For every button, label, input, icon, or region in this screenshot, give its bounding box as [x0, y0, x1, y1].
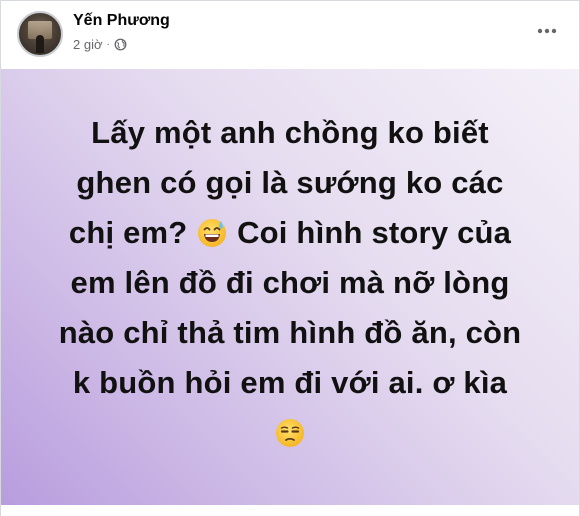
post-background: Lấy một anh chồng ko biết ghen có gọi là…: [1, 69, 579, 505]
post-text-line-5: nào chỉ thả tim hình đồ ăn, còn: [58, 315, 522, 350]
meta-separator: ·: [106, 39, 110, 50]
post-header: Yến Phương 2 giờ ·: [1, 1, 579, 69]
author-name[interactable]: Yến Phương: [73, 12, 170, 30]
post-card: Yến Phương 2 giờ · Lấy một anh chồng ko …: [0, 0, 580, 516]
more-options-icon[interactable]: [533, 17, 561, 45]
unamused-emoji: [276, 419, 304, 447]
post-text-line-6: k buồn hỏi em đi với ai. ơ kìa: [72, 365, 508, 400]
grinning-sweat-emoji: [198, 219, 227, 247]
post-text-line-3a: chị em?: [68, 215, 188, 250]
author-avatar[interactable]: [17, 11, 63, 57]
post-timestamp[interactable]: 2 giờ: [73, 37, 103, 52]
post-text-line-3b: Coi hình story của: [237, 215, 512, 250]
post-text-line-2: ghen có gọi là sướng ko các: [76, 165, 504, 200]
post-text: Lấy một anh chồng ko biết ghen có gọi là…: [40, 108, 540, 458]
post-text-line-1: Lấy một anh chồng ko biết: [91, 115, 489, 150]
globe-icon[interactable]: [114, 38, 127, 51]
post-text-line-4: em lên đồ đi chơi mà nỡ lòng: [70, 265, 510, 300]
post-footer-strip: [1, 505, 579, 516]
post-meta: 2 giờ ·: [73, 37, 127, 52]
